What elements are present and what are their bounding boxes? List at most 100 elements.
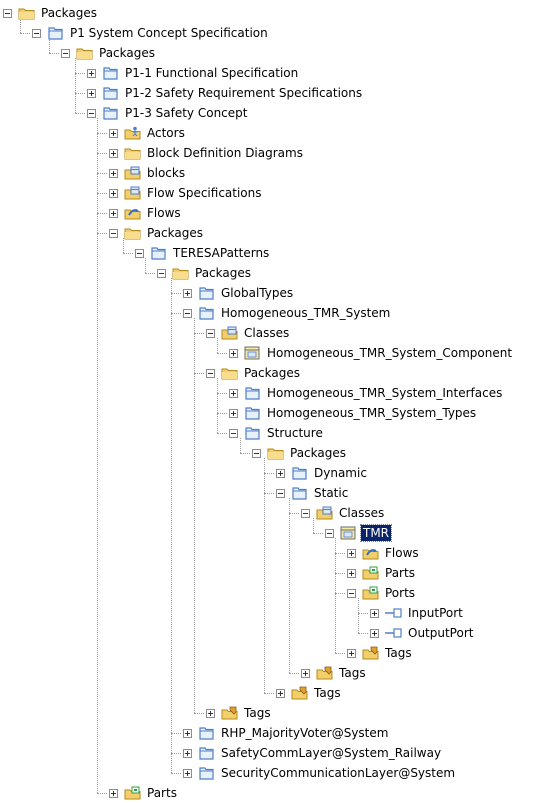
- tree-item-label[interactable]: Tags: [383, 645, 414, 661]
- collapse-toggle-icon[interactable]: [325, 528, 334, 538]
- collapse-toggle-icon[interactable]: [183, 308, 192, 318]
- tree-item[interactable]: Parts: [347, 563, 417, 583]
- tree-item-label[interactable]: Flow Specifications: [145, 185, 264, 201]
- expand-toggle-icon[interactable]: [370, 628, 379, 638]
- tree-item-label[interactable]: P1-1 Functional Specification: [123, 65, 300, 81]
- tree-item-label[interactable]: OutputPort: [406, 625, 475, 641]
- tree-item[interactable]: Dynamic: [276, 463, 369, 483]
- tree-item-label[interactable]: RHP_MajorityVoter@System: [219, 725, 390, 741]
- tree-item-label[interactable]: Packages: [97, 45, 157, 61]
- expand-toggle-icon[interactable]: [109, 788, 118, 798]
- tree-item[interactable]: InputPort: [370, 603, 465, 623]
- collapse-toggle-icon[interactable]: [3, 8, 12, 18]
- expand-toggle-icon[interactable]: [109, 188, 118, 198]
- collapse-toggle-icon[interactable]: [276, 488, 285, 498]
- tree-item-label[interactable]: blocks: [145, 165, 187, 181]
- tree-item-label[interactable]: Block Definition Diagrams: [145, 145, 305, 161]
- tree-item[interactable]: TMR: [325, 523, 393, 543]
- tree-item-label[interactable]: Packages: [39, 5, 99, 21]
- expand-toggle-icon[interactable]: [229, 348, 238, 358]
- tree-item-label[interactable]: Flows: [145, 205, 183, 221]
- tree-item[interactable]: Classes: [301, 503, 386, 523]
- tree-item[interactable]: TERESAPatterns: [135, 243, 271, 263]
- tree-item[interactable]: P1-2 Safety Requirement Specifications: [87, 83, 364, 103]
- collapse-toggle-icon[interactable]: [347, 588, 356, 598]
- collapse-toggle-icon[interactable]: [252, 448, 261, 458]
- tree-item-label[interactable]: Tags: [337, 665, 368, 681]
- expand-toggle-icon[interactable]: [301, 668, 310, 678]
- tree-item-label[interactable]: SafetyCommLayer@System_Railway: [219, 745, 443, 761]
- collapse-toggle-icon[interactable]: [135, 248, 144, 258]
- tree-item[interactable]: Flows: [347, 543, 421, 563]
- tree-item[interactable]: Static: [276, 483, 350, 503]
- tree-item-label[interactable]: P1-3 Safety Concept: [123, 105, 249, 121]
- expand-toggle-icon[interactable]: [229, 408, 238, 418]
- collapse-toggle-icon[interactable]: [229, 428, 238, 438]
- tree-item[interactable]: P1-1 Functional Specification: [87, 63, 300, 83]
- expand-toggle-icon[interactable]: [347, 568, 356, 578]
- collapse-toggle-icon[interactable]: [87, 108, 96, 118]
- expand-toggle-icon[interactable]: [276, 468, 285, 478]
- tree-item-label[interactable]: Structure: [265, 425, 325, 441]
- collapse-toggle-icon[interactable]: [32, 28, 41, 38]
- tree-item[interactable]: Homogeneous_TMR_System_Interfaces: [229, 383, 504, 403]
- tree-item[interactable]: Tags: [206, 703, 273, 723]
- tree-item[interactable]: OutputPort: [370, 623, 475, 643]
- tree-item-label[interactable]: Parts: [145, 785, 179, 801]
- tree-item[interactable]: GlobalTypes: [183, 283, 295, 303]
- tree-item-label[interactable]: Homogeneous_TMR_System_Types: [265, 405, 478, 421]
- tree-item[interactable]: Packages: [61, 43, 157, 63]
- expand-toggle-icon[interactable]: [370, 608, 379, 618]
- tree-item[interactable]: Packages: [206, 363, 302, 383]
- tree-item-label[interactable]: Homogeneous_TMR_System_Component: [265, 345, 514, 361]
- tree-item-label[interactable]: Classes: [337, 505, 386, 521]
- tree-item-label[interactable]: Homogeneous_TMR_System: [219, 305, 392, 321]
- tree-item-label[interactable]: Tags: [312, 685, 343, 701]
- expand-toggle-icon[interactable]: [183, 728, 192, 738]
- tree-item[interactable]: Flow Specifications: [109, 183, 264, 203]
- tree-item[interactable]: Tags: [347, 643, 414, 663]
- expand-toggle-icon[interactable]: [276, 688, 285, 698]
- tree-item[interactable]: Structure: [229, 423, 325, 443]
- tree-item[interactable]: P1 System Concept Specification: [32, 23, 270, 43]
- expand-toggle-icon[interactable]: [109, 168, 118, 178]
- expand-toggle-icon[interactable]: [183, 768, 192, 778]
- tree-item-label[interactable]: Flows: [383, 545, 421, 561]
- tree-item-label[interactable]: Parts: [383, 565, 417, 581]
- tree-item[interactable]: SecurityCommunicationLayer@System: [183, 763, 457, 783]
- tree-item[interactable]: Packages: [157, 263, 253, 283]
- tree-item-label[interactable]: Packages: [242, 365, 302, 381]
- tree-item[interactable]: SafetyCommLayer@System_Railway: [183, 743, 443, 763]
- tree-item[interactable]: Packages: [252, 443, 348, 463]
- tree-item-label[interactable]: GlobalTypes: [219, 285, 295, 301]
- tree-item-label[interactable]: InputPort: [406, 605, 465, 621]
- tree-item[interactable]: Packages: [109, 223, 205, 243]
- tree-item[interactable]: blocks: [109, 163, 187, 183]
- tree-item[interactable]: P1-3 Safety Concept: [87, 103, 249, 123]
- tree-item[interactable]: RHP_MajorityVoter@System: [183, 723, 390, 743]
- tree-item[interactable]: Flows: [109, 203, 183, 223]
- tree-item-label[interactable]: P1-2 Safety Requirement Specifications: [123, 85, 364, 101]
- collapse-toggle-icon[interactable]: [61, 48, 70, 58]
- tree-item[interactable]: Homogeneous_TMR_System: [183, 303, 392, 323]
- tree-item-label-selected[interactable]: TMR: [359, 524, 393, 542]
- tree-item[interactable]: Homogeneous_TMR_System_Component: [229, 343, 514, 363]
- expand-toggle-icon[interactable]: [206, 708, 215, 718]
- collapse-toggle-icon[interactable]: [109, 228, 118, 238]
- tree-item[interactable]: Parts: [109, 783, 179, 803]
- tree-item-label[interactable]: Packages: [193, 265, 253, 281]
- expand-toggle-icon[interactable]: [109, 128, 118, 138]
- tree-item-label[interactable]: Actors: [145, 125, 187, 141]
- tree-item-label[interactable]: P1 System Concept Specification: [68, 25, 270, 41]
- collapse-toggle-icon[interactable]: [157, 268, 166, 278]
- tree-item-label[interactable]: Dynamic: [312, 465, 369, 481]
- expand-toggle-icon[interactable]: [347, 648, 356, 658]
- tree-item-label[interactable]: Tags: [242, 705, 273, 721]
- tree-item-label[interactable]: SecurityCommunicationLayer@System: [219, 765, 457, 781]
- expand-toggle-icon[interactable]: [229, 388, 238, 398]
- collapse-toggle-icon[interactable]: [301, 508, 310, 518]
- tree-item-label[interactable]: Ports: [383, 585, 417, 601]
- expand-toggle-icon[interactable]: [347, 548, 356, 558]
- collapse-toggle-icon[interactable]: [206, 328, 215, 338]
- expand-toggle-icon[interactable]: [87, 88, 96, 98]
